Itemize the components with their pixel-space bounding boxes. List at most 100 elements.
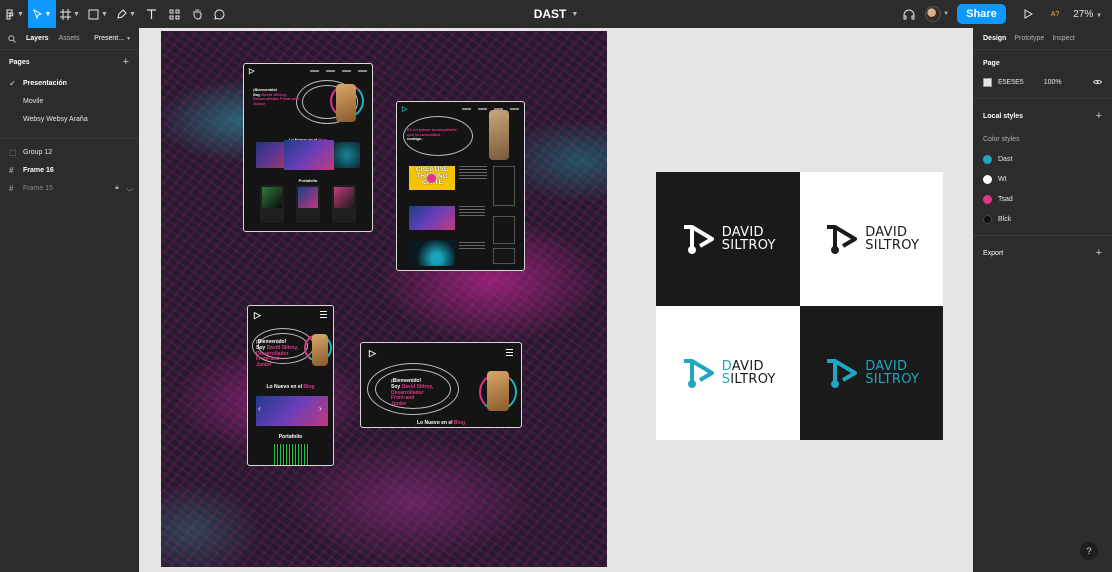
divider	[973, 235, 1112, 236]
pages-title: Pages	[9, 58, 30, 66]
chevron-down-icon[interactable]: ▼	[571, 11, 578, 18]
desktop-mockup-about[interactable]: ▷ Es un placer acompañarte que la curios…	[396, 101, 525, 271]
main-menu-button[interactable]: ▼	[0, 0, 28, 28]
page-background-row[interactable]: E5E5E5 100%	[973, 72, 1112, 92]
wooden-hand-image	[487, 371, 509, 411]
page-item-movile[interactable]: Movile	[0, 92, 139, 110]
tablet-mockup[interactable]: ▷ ¡Bienvenido! Soy David Siltroy, Desarr…	[360, 342, 522, 428]
color-style-item[interactable]: Wt	[973, 169, 1112, 189]
brand-logo: DAVID SILTROY	[680, 221, 776, 257]
frame-icon	[60, 8, 72, 20]
zoom-level[interactable]: 27% ▼	[1073, 9, 1102, 20]
frame-16-background[interactable]: ▷ ¡Bienvenido! Soy David Siltroy, Desarr…	[161, 31, 607, 567]
blog-image-right	[334, 142, 360, 168]
pages-header: Pages +	[0, 50, 139, 74]
text-icon	[146, 8, 156, 19]
export-title: Export	[983, 249, 1004, 257]
desktop-mockup-home[interactable]: ▷ ¡Bienvenido! Soy David Siltroy, Desarr…	[243, 63, 373, 232]
tab-design[interactable]: Design	[983, 35, 1006, 42]
layer-item-group-12[interactable]: ⬚ Group 12	[0, 143, 139, 161]
menu-icon	[320, 311, 327, 320]
page-label: Websy Websy Araña	[23, 115, 88, 123]
page-item-websy[interactable]: Websy Websy Araña	[0, 110, 139, 128]
layer-item-frame-16[interactable]: # Frame 16	[0, 161, 139, 179]
add-page-icon[interactable]: +	[123, 56, 129, 68]
color-styles-label: Color styles	[983, 135, 1020, 143]
page-opacity-value[interactable]: 100%	[1044, 79, 1062, 86]
toolbar-right: ▼ Share A? 27% ▼	[903, 0, 1112, 28]
portfolio-card	[332, 185, 356, 223]
local-styles-header: Local styles +	[973, 103, 1112, 129]
hand-icon	[193, 9, 201, 20]
frame-tool-button[interactable]: ▼	[56, 0, 84, 28]
tab-prototype[interactable]: Prototype	[1014, 35, 1044, 42]
logo-icon: ▷	[249, 68, 255, 75]
avatar[interactable]	[925, 6, 942, 22]
hero-text: ¡Bienvenido! Soy David Siltroy, Desarrol…	[256, 339, 299, 368]
portfolio-image	[274, 444, 310, 465]
chevron-left-icon[interactable]: ‹	[258, 404, 261, 413]
left-panel-tabs: Layers Assets Present... ▼	[0, 28, 139, 50]
figma-logo-icon	[6, 9, 14, 19]
resources-button[interactable]	[162, 0, 186, 28]
play-icon[interactable]	[1024, 9, 1033, 19]
text-lines	[459, 166, 487, 181]
tab-assets[interactable]: Assets	[59, 35, 80, 42]
local-styles-title: Local styles	[983, 112, 1024, 120]
color-style-item[interactable]: Blck	[973, 209, 1112, 229]
color-style-item[interactable]: Tsad	[973, 189, 1112, 209]
layer-label: Frame 15	[23, 184, 53, 192]
layer-label: Frame 16	[23, 166, 54, 174]
comment-tool-button[interactable]	[208, 0, 230, 28]
tab-inspect[interactable]: Inspect	[1052, 35, 1075, 42]
page-label: Movile	[23, 97, 44, 105]
hand-tool-button[interactable]	[186, 0, 208, 28]
mockup-hero: ¡Bienvenido! Soy David Siltroy, Desarrol…	[244, 78, 372, 133]
headphones-icon[interactable]	[903, 9, 915, 20]
brand-play-icon	[827, 359, 858, 388]
figma-app: ▼ ▼ ▼ ▼ ▼ DAST ▼ ▼ Share A? 27% ▼ Layers…	[0, 0, 1112, 572]
add-style-icon[interactable]: +	[1096, 110, 1102, 122]
move-tool-button[interactable]: ▼	[28, 0, 56, 28]
page-section-title: Page	[983, 59, 1000, 67]
eye-icon[interactable]	[1093, 79, 1102, 85]
mockup-nav: ▷	[248, 306, 333, 325]
add-export-icon[interactable]: +	[1096, 247, 1102, 259]
search-icon[interactable]	[8, 34, 16, 43]
logo-white-on-dark: DAVID SILTROY	[656, 172, 800, 306]
layers-panel: Layers Assets Present... ▼ Pages + ✓ Pre…	[0, 28, 139, 572]
chevron-down-icon[interactable]: ▼	[943, 11, 949, 17]
lock-icon[interactable]: 🔒︎	[115, 184, 119, 192]
page-color-value[interactable]: E5E5E5	[998, 79, 1024, 86]
page-item-presentacion[interactable]: ✓ Presentación	[0, 74, 139, 92]
pen-tool-button[interactable]: ▼	[112, 0, 140, 28]
shape-tool-button[interactable]: ▼	[84, 0, 112, 28]
wooden-hand-image	[336, 84, 356, 122]
logo-dark-on-white: DAVID SILTROY	[799, 172, 943, 306]
wooden-mannequin-image	[489, 110, 509, 160]
blog-image	[256, 396, 328, 426]
ai-badge[interactable]: A?	[1051, 11, 1060, 18]
tab-layers[interactable]: Layers	[26, 35, 49, 42]
brand-logo: DAVID SILTROY	[823, 221, 919, 257]
brand-wordmark: DAVID SILTROY	[721, 359, 776, 387]
brand-play-icon	[827, 225, 858, 254]
file-name[interactable]: DAST	[534, 7, 567, 21]
placeholder-box	[493, 248, 515, 264]
logo-variants-group[interactable]: DAVID SILTROY DAVID SILTROY DAVID SILTROY	[656, 172, 943, 440]
help-button[interactable]: ?	[1080, 542, 1098, 560]
share-button[interactable]: Share	[957, 4, 1006, 24]
text-lines	[459, 242, 485, 251]
page-switcher[interactable]: Present... ▼	[94, 35, 131, 42]
hidden-eye-icon[interactable]: ◡	[127, 184, 133, 192]
page-label: Presentación	[23, 79, 67, 87]
page-color-swatch[interactable]	[983, 77, 992, 87]
layer-item-frame-15[interactable]: # Frame 15 🔒︎ ◡	[0, 179, 139, 197]
color-style-label: Tsad	[998, 195, 1013, 203]
mobile-mockup[interactable]: ▷ ¡Bienvenido! Soy David Siltroy, Desarr…	[247, 305, 334, 466]
chevron-down-icon: ▼	[126, 36, 131, 42]
chevron-right-icon[interactable]: ›	[319, 404, 322, 413]
text-tool-button[interactable]	[140, 0, 162, 28]
color-swatch	[983, 154, 992, 164]
color-style-item[interactable]: Dast	[973, 149, 1112, 169]
